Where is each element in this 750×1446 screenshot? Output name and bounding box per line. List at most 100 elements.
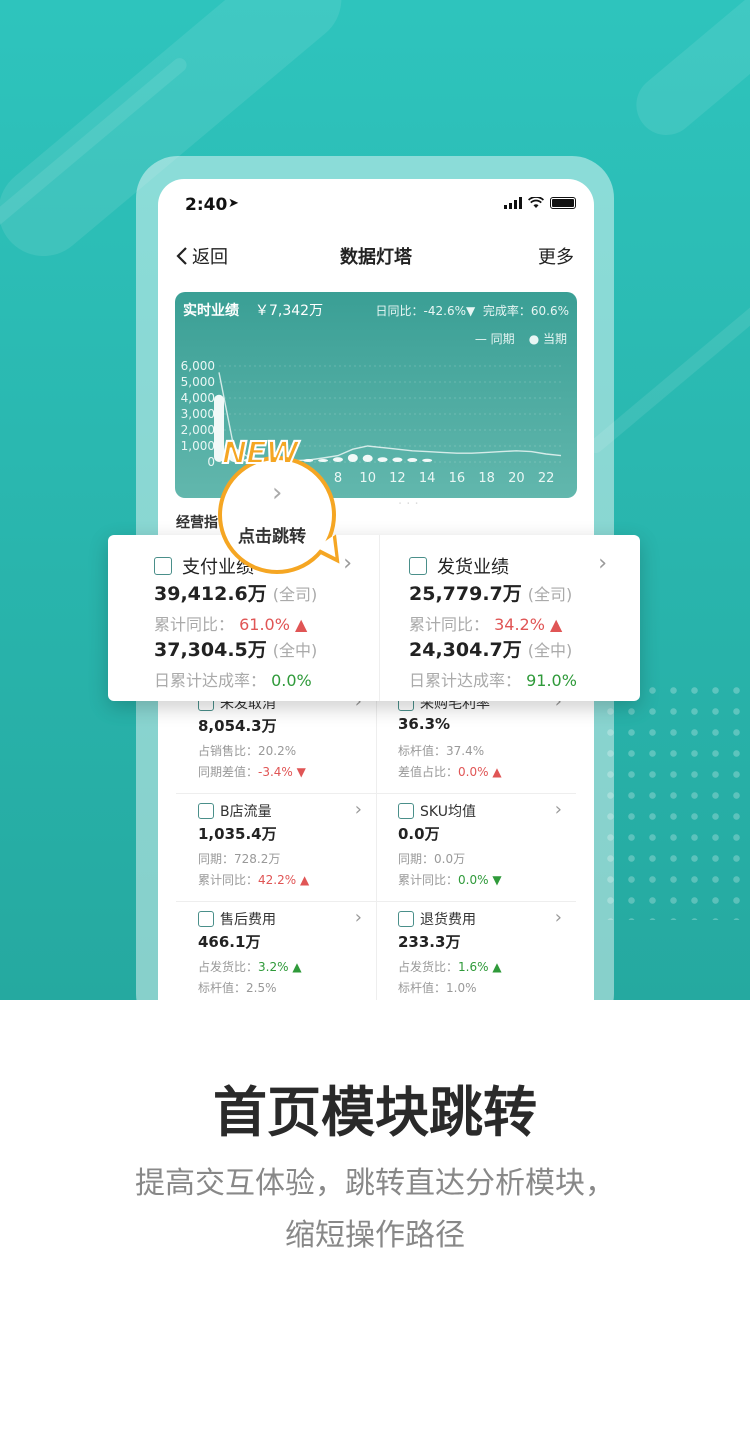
chevron-right-icon: › <box>354 799 362 820</box>
status-bar: 2:40 ➤ <box>158 179 594 231</box>
bar-curr <box>347 454 358 462</box>
metric-line1: 同期：728.2万 <box>198 852 281 866</box>
x-tick-label: 16 <box>449 471 466 486</box>
metric-icon <box>198 911 214 927</box>
y-tick-label: 4,000 <box>181 391 215 405</box>
metric-cell[interactable]: 采购毛利率 › 36.3% 标杆值：37.4% 差值占比：0.0% ▲ <box>376 689 576 797</box>
y-tick-label: 5,000 <box>181 375 215 389</box>
metric-title: B店流量 <box>198 801 272 821</box>
metric-line2: 累计同比：0.0% ▼ <box>398 873 502 887</box>
metric-value: 36.3% <box>398 715 451 733</box>
x-tick-label: 8 <box>334 471 342 486</box>
x-tick-label: 22 <box>538 471 555 486</box>
back-label: 返回 <box>192 247 228 268</box>
metric-icon <box>398 911 414 927</box>
y-tick-label: 6,000 <box>181 359 215 373</box>
shipment-yoy: 累计同比： 34.2% ▲ <box>409 615 563 634</box>
y-tick-label: 1,000 <box>181 439 215 453</box>
metric-cell[interactable]: SKU均值 › 0.0万同期：0.0万累计同比：0.0% ▼ <box>376 797 576 905</box>
highlight-popup: 支付业绩 › 39,412.6万 (全司) 累计同比： 61.0% ▲ 37,30… <box>108 535 640 701</box>
promo-title: 首页模块跳转 <box>213 1081 537 1144</box>
metric-title: 售后费用 <box>198 909 276 929</box>
metric-line1: 占发货比：3.2% ▲ <box>198 960 302 974</box>
payment-value1: 39,412.6万 (全司) <box>154 583 318 605</box>
x-tick-label: 18 <box>478 471 495 486</box>
x-tick-label: 12 <box>389 471 406 486</box>
new-badge: NEW <box>221 435 300 472</box>
shipment-card-title: 发货业绩 <box>437 557 509 578</box>
bubble-text: 点击跳转 <box>238 527 306 547</box>
chart-legend: — 同期 ● 当期 <box>475 330 567 347</box>
legend-curr: ● 当期 <box>528 332 567 346</box>
realtime-title: 实时业绩 <box>183 303 239 319</box>
bar-curr <box>362 454 373 462</box>
bar-curr <box>332 457 343 462</box>
metric-value: 0.0万 <box>398 825 440 843</box>
chevron-left-icon <box>176 247 187 265</box>
chevron-right-icon: › <box>554 799 562 820</box>
chart-bar-icon <box>154 557 172 575</box>
column-divider <box>376 689 377 1000</box>
chevron-right-icon: › <box>354 907 362 928</box>
metric-icon <box>198 803 214 819</box>
chevron-right-icon: › <box>272 478 283 508</box>
realtime-amount: ￥7,342万 <box>255 303 324 319</box>
x-tick-label: 14 <box>419 471 436 486</box>
faded-text: · · · <box>398 497 419 512</box>
completion-stat: 完成率：60.6% <box>482 304 569 318</box>
payment-yoy: 累计同比： 61.0% ▲ <box>154 615 308 634</box>
metric-line2: 差值占比：0.0% ▲ <box>398 765 502 779</box>
metric-value: 233.3万 <box>398 933 461 951</box>
status-time: 2:40 <box>185 195 228 215</box>
promo-subtitle-1: 提高交互体验，跳转直达分析模块， <box>135 1166 615 1201</box>
shipment-value2: 24,304.7万 (全中) <box>409 639 573 661</box>
dod-stat: 日同比：-42.6%▼ <box>375 304 476 318</box>
bar-curr <box>392 457 403 462</box>
metric-value: 466.1万 <box>198 933 261 951</box>
metric-icon <box>398 803 414 819</box>
realtime-stats: 日同比：-42.6%▼ 完成率：60.6% <box>376 302 569 319</box>
decor-dots <box>600 680 750 920</box>
metric-line1: 同期：0.0万 <box>398 852 466 866</box>
payment-value2: 37,304.5万 (全中) <box>154 639 318 661</box>
metric-line1: 标杆值：37.4% <box>398 744 485 758</box>
nav-bar: 返回 数据灯塔 更多 <box>158 235 594 275</box>
metric-line2: 标杆值：2.5% <box>198 981 277 995</box>
metric-line2: 同期差值：-3.4% ▼ <box>198 765 306 779</box>
bar-curr <box>303 459 314 462</box>
metric-cell[interactable]: 退货费用 › 233.3万 占发货比：1.6% ▲ 标杆值：1.0% <box>376 905 576 1000</box>
chevron-right-icon: › <box>554 907 562 928</box>
bar-curr <box>377 457 388 462</box>
metric-cell[interactable]: 售后费用 › 466.1万占发货比：3.2% ▲ 标杆值：2.5% <box>176 905 376 1000</box>
metric-line1: 占销售比：20.2% <box>198 744 297 758</box>
y-tick-label: 0 <box>207 455 215 469</box>
metric-title: 退货费用 <box>398 909 476 929</box>
shipment-value1: 25,779.7万 (全司) <box>409 583 573 605</box>
metric-cell[interactable]: 未发取消 › 8,054.3万 占销售比：20.2% 同期差值：-3.4% ▼ <box>176 689 376 797</box>
shipment-rate: 日累计达成率： 91.0% <box>409 671 577 690</box>
x-tick-label: 20 <box>508 471 525 486</box>
status-icons <box>504 197 576 209</box>
more-button[interactable]: 更多 <box>538 243 574 269</box>
bar-curr <box>422 458 433 462</box>
metric-cell[interactable]: B店流量 › 1,035.4万 同期：728.2万 累计同比：42.2% ▲ <box>176 797 376 905</box>
metric-value: 8,054.3万 <box>198 717 277 735</box>
chevron-right-icon: › <box>598 551 607 576</box>
metric-title: SKU均值 <box>398 801 476 821</box>
legend-prev: — 同期 <box>474 332 515 346</box>
back-button[interactable]: 返回 <box>176 243 228 269</box>
battery-icon <box>550 197 576 209</box>
y-tick-label: 2,000 <box>181 423 215 437</box>
promo-subtitle-2: 缩短操作路径 <box>285 1218 465 1253</box>
location-icon: ➤ <box>228 196 239 211</box>
metric-line1: 占发货比：1.6% ▲ <box>398 960 502 974</box>
shipment-card[interactable]: 发货业绩 › 25,779.7万 (全司) 累计同比： 34.2% ▲ 24,30… <box>363 535 629 701</box>
bar-curr <box>318 459 329 462</box>
payment-rate: 日累计达成率： 0.0% <box>154 671 312 690</box>
jump-bubble[interactable] <box>218 456 336 574</box>
shipment-icon <box>409 557 427 575</box>
signal-icon <box>504 197 522 209</box>
shipment-card-header: 发货业绩 <box>409 553 509 579</box>
section-label: 经营指 <box>176 515 218 531</box>
metric-line2: 累计同比：42.2% ▲ <box>198 873 310 887</box>
